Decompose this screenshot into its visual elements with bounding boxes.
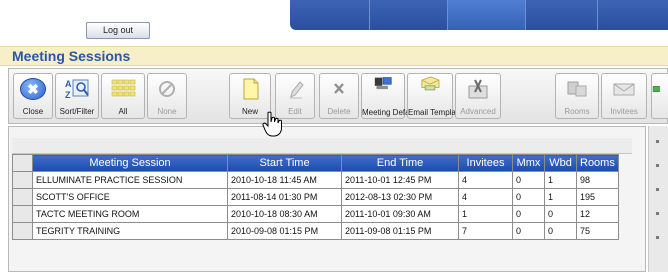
- col-mmx[interactable]: Mmx: [512, 154, 545, 172]
- new-document-icon: [243, 78, 259, 100]
- cell-start-time: 2011-08-14 01:30 PM: [227, 188, 342, 206]
- cell-invitees: 4: [458, 188, 513, 206]
- cell-meeting-session: SCOTT'S OFFICE: [32, 188, 228, 206]
- invitees-button[interactable]: Invitees: [601, 73, 647, 119]
- cell-wbd: 0: [544, 205, 577, 223]
- select-none-icon: [159, 81, 175, 97]
- row-selector[interactable]: [12, 188, 33, 206]
- col-wbd[interactable]: Wbd: [544, 154, 577, 172]
- invitees-icon: [613, 83, 635, 96]
- nav-tab-3[interactable]: [448, 0, 526, 30]
- cell-meeting-session: TEGRITY TRAINING: [32, 222, 228, 240]
- cell-invitees: 4: [458, 171, 513, 189]
- delete-button[interactable]: Delete: [319, 73, 359, 119]
- select-none-button[interactable]: None: [147, 73, 187, 119]
- cell-wbd: 1: [544, 188, 577, 206]
- row-selector[interactable]: [12, 205, 33, 223]
- table-row[interactable]: TEGRITY TRAINING 2010-09-08 01:15 PM 201…: [12, 222, 619, 240]
- advanced-label: Advanced: [460, 107, 496, 116]
- section-header: Meeting Sessions: [0, 46, 668, 66]
- cell-meeting-session: ELLUMINATE PRACTICE SESSION: [32, 171, 228, 189]
- email-templates-label: Email Templates: [408, 108, 467, 117]
- cell-start-time: 2010-09-08 01:15 PM: [227, 222, 342, 240]
- cell-end-time: 2011-10-01 12:45 PM: [341, 171, 459, 189]
- right-scroll-strip[interactable]: [648, 126, 668, 272]
- sort-filter-button[interactable]: A Z Sort/Filter: [55, 73, 99, 119]
- logout-button[interactable]: Log out: [86, 22, 150, 39]
- delete-x-icon: [334, 83, 344, 94]
- nav-tab-1[interactable]: [290, 0, 370, 30]
- row-selector[interactable]: [12, 222, 33, 240]
- row-header-corner: [12, 154, 33, 172]
- cell-end-time: 2011-10-01 09:30 AM: [341, 205, 459, 223]
- delete-label: Delete: [327, 107, 351, 116]
- cell-end-time: 2012-08-13 02:30 PM: [341, 188, 459, 206]
- table-row[interactable]: TACTC MEETING ROOM 2010-10-18 08:30 AM 2…: [12, 205, 619, 223]
- sort-filter-icon: A Z: [65, 79, 89, 100]
- advanced-button[interactable]: Advanced: [455, 73, 501, 119]
- cell-invitees: 7: [458, 222, 513, 240]
- overflow-button[interactable]: [651, 73, 668, 119]
- page-title: Meeting Sessions: [12, 48, 131, 64]
- select-all-label: All: [118, 107, 128, 116]
- meeting-defaults-label: Meeting Defaults: [362, 108, 423, 117]
- rooms-button[interactable]: Rooms: [555, 73, 599, 119]
- cell-wbd: 0: [544, 222, 577, 240]
- sort-filter-label: Sort/Filter: [59, 107, 95, 116]
- hand-cursor-icon: [262, 111, 282, 137]
- cell-rooms: 195: [576, 188, 619, 206]
- col-end-time[interactable]: End Time: [341, 154, 459, 172]
- nav-tab-4[interactable]: [526, 0, 598, 30]
- col-rooms[interactable]: Rooms: [576, 154, 619, 172]
- table-row[interactable]: SCOTT'S OFFICE 2011-08-14 01:30 PM 2012-…: [12, 188, 619, 206]
- close-icon: ✖: [20, 78, 46, 100]
- col-start-time[interactable]: Start Time: [227, 154, 342, 172]
- close-label: Close: [22, 107, 44, 116]
- cell-wbd: 1: [544, 171, 577, 189]
- meeting-defaults-button[interactable]: Meeting Defaults: [361, 73, 423, 119]
- email-templates-button[interactable]: Email Templates: [407, 73, 467, 119]
- nav-tab-2[interactable]: [370, 0, 448, 30]
- col-invitees[interactable]: Invitees: [458, 154, 513, 172]
- row-selector[interactable]: [12, 171, 33, 189]
- cell-mmx: 0: [512, 205, 545, 223]
- svg-text:Z: Z: [65, 90, 71, 100]
- invitees-label: Invitees: [610, 107, 638, 116]
- close-button[interactable]: ✖ Close: [13, 73, 53, 119]
- cell-meeting-session: TACTC MEETING ROOM: [32, 205, 228, 223]
- main-nav: [290, 0, 668, 30]
- rooms-icon: [567, 81, 587, 97]
- cell-end-time: 2011-09-08 01:15 PM: [341, 222, 459, 240]
- rooms-label: Rooms: [564, 107, 590, 116]
- cell-rooms: 75: [576, 222, 619, 240]
- cell-invitees: 1: [458, 205, 513, 223]
- cell-start-time: 2010-10-18 08:30 AM: [227, 205, 342, 223]
- table-header-row: Meeting Session Start Time End Time Invi…: [12, 154, 619, 172]
- cell-rooms: 98: [576, 171, 619, 189]
- grid-group-header: [12, 138, 632, 154]
- toolbar: ✖ Close A Z Sort/Filter All None New Edi…: [8, 68, 668, 124]
- sessions-table: Meeting Session Start Time End Time Invi…: [12, 154, 619, 240]
- col-meeting-session[interactable]: Meeting Session: [32, 154, 228, 172]
- cell-mmx: 0: [512, 222, 545, 240]
- cell-mmx: 0: [512, 188, 545, 206]
- meeting-defaults-icon: [374, 77, 392, 90]
- svg-text:A: A: [65, 79, 72, 89]
- table-row[interactable]: ELLUMINATE PRACTICE SESSION 2010-10-18 1…: [12, 171, 619, 189]
- select-none-label: None: [157, 107, 177, 116]
- nav-tab-5[interactable]: [598, 0, 668, 30]
- cell-rooms: 12: [576, 205, 619, 223]
- cell-start-time: 2010-10-18 11:45 AM: [227, 171, 342, 189]
- cell-mmx: 0: [512, 171, 545, 189]
- edit-pencil-icon: [290, 81, 304, 99]
- email-templates-icon: [421, 76, 440, 91]
- select-all-button[interactable]: All: [101, 73, 145, 119]
- top-bar: Log out: [0, 0, 668, 44]
- green-status-icon: [652, 86, 660, 92]
- advanced-tools-icon: [468, 79, 488, 99]
- select-all-icon: [111, 79, 136, 97]
